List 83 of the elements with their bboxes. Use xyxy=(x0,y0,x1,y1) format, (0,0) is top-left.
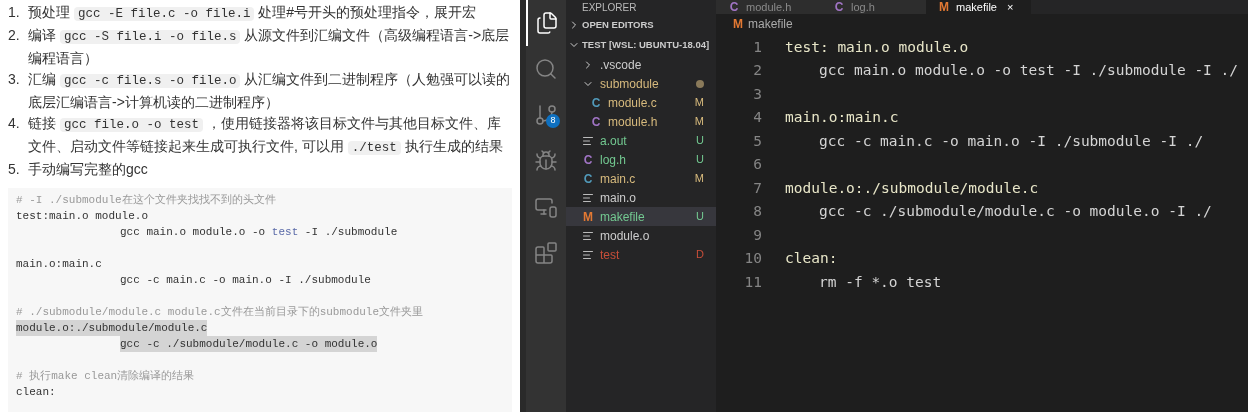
line-number: 8 xyxy=(752,202,762,222)
step-text: 汇编 gcc -c file.s -o file.o 从汇编文件到二进制程序（人勉强可以读的底层汇编语言->计算机读的二进制程序） xyxy=(28,70,512,112)
code-line: main.o:main.c xyxy=(16,257,102,272)
code-line: gcc -c main.c -o main.o -I ./submodule xyxy=(120,273,371,288)
file-tree-item[interactable]: M makefile U xyxy=(566,207,716,226)
code-line: rm -f *.o test xyxy=(819,272,942,292)
step-number: 5. xyxy=(8,160,21,179)
remote-icon xyxy=(534,195,558,219)
editor-tab[interactable]: C module.h xyxy=(716,0,821,14)
file-tree-item[interactable]: C module.h M xyxy=(566,112,716,131)
git-status: M xyxy=(694,114,704,130)
step-text: 编译 gcc -S file.i -o file.s 从源文件到汇编文件（高级编程语言->底层编程语言） xyxy=(28,26,511,68)
file-icon xyxy=(582,229,594,242)
step-text: 手动编写完整的gcc xyxy=(28,160,148,179)
git-status: U xyxy=(696,133,704,149)
makefile-icon: M xyxy=(732,15,744,33)
step-number: 2. xyxy=(8,26,21,45)
line-number: 9 xyxy=(752,225,762,245)
code-line: gcc main.o module.o -o test -I ./submodule xyxy=(120,225,398,240)
file-icon xyxy=(582,248,594,261)
makefile-icon: M xyxy=(938,0,950,14)
code-line: gcc main.o module.o -o test -I ./submodule -I ./ xyxy=(819,61,1239,81)
source-control-icon xyxy=(534,103,558,127)
git-status: M xyxy=(694,95,704,111)
code-line: clean: xyxy=(16,385,56,400)
source-control-button[interactable]: 8 xyxy=(526,92,566,138)
header-file-icon: C xyxy=(582,150,594,169)
file-tree-item[interactable]: .vscode xyxy=(566,55,716,74)
file-icon xyxy=(582,191,594,204)
section-header[interactable]: OPEN EDITORS xyxy=(566,15,716,35)
header-file-icon: C xyxy=(833,0,845,14)
makefile-icon: M xyxy=(582,207,594,226)
git-status: D xyxy=(696,247,704,263)
line-number: 11 xyxy=(743,272,762,292)
step-number: 3. xyxy=(8,70,21,89)
file-tree-item[interactable]: submodule xyxy=(566,74,716,93)
code-line: main.o:main.c xyxy=(785,108,899,128)
file-tree-item[interactable]: C module.c M xyxy=(566,93,716,112)
code-line: test: main.o module.o xyxy=(785,37,969,57)
code-comment: # ./submodule/module.c module.c文件在当前目录下的submodule文件夹里 xyxy=(16,305,424,320)
line-number: 2 xyxy=(752,61,762,81)
c-file-icon: C xyxy=(582,169,594,188)
line-number: 10 xyxy=(743,249,762,269)
header-file-icon: C xyxy=(590,112,602,131)
code-line: gcc -c ./submodule/module.c -o module.o -I ./ xyxy=(819,202,1212,222)
code-comment: # 执行make clean清除编译的结果 xyxy=(16,369,195,384)
breadcrumb[interactable]: makefile xyxy=(748,15,793,33)
code-line: clean: xyxy=(785,249,838,269)
line-number: 7 xyxy=(752,178,762,198)
code-comment: # -I ./submodule在这个文件夹找找不到的头文件 xyxy=(16,193,276,208)
step-text: 链接 gcc file.o -o test ，使用链接器将该目标文件与其他目标文件、库文件、启动文件等链接起来生成可执行文件, 可以用 ./test 执行生成的结果 xyxy=(28,114,504,157)
code-line: test:main.o module.o xyxy=(16,209,149,224)
file-tree-item[interactable]: a.out U xyxy=(566,131,716,150)
step-number: 1. xyxy=(8,3,21,22)
editor-tab[interactable]: C log.h xyxy=(821,0,926,14)
line-number: 6 xyxy=(752,155,762,175)
editor-tab[interactable]: M makefile × xyxy=(926,0,1031,14)
git-status: U xyxy=(696,209,704,225)
explorer-icon xyxy=(535,11,559,35)
step-text: 预处理 gcc -E file.c -o file.i 处理#号开头的预处理指令，展开宏 xyxy=(28,3,477,23)
notification-badge: 8 xyxy=(546,114,560,128)
line-number: 3 xyxy=(752,84,762,104)
search-icon xyxy=(534,57,558,81)
git-status: U xyxy=(696,152,704,168)
file-tree-item[interactable]: C main.c M xyxy=(566,169,716,188)
git-status: M xyxy=(694,171,704,187)
header-file-icon: C xyxy=(728,0,740,14)
line-number: 1 xyxy=(752,37,762,57)
code-line: gcc -c main.c -o main.o -I ./submodule -I ./ xyxy=(819,131,1204,151)
section-header[interactable]: TEST [WSL: UBUNTU-18.04] xyxy=(566,35,716,55)
step-number: 4. xyxy=(8,114,21,133)
file-tree-item[interactable]: main.o xyxy=(566,188,716,207)
file-tree-item[interactable]: C log.h U xyxy=(566,150,716,169)
code-line: module.o:./submodule/module.c xyxy=(785,178,1039,198)
c-file-icon: C xyxy=(590,93,602,112)
close-icon[interactable]: × xyxy=(1006,0,1014,14)
file-icon xyxy=(582,134,594,147)
file-tree-item[interactable]: module.o xyxy=(566,226,716,245)
line-number: 4 xyxy=(752,108,762,128)
sidebar-title: EXPLORER xyxy=(581,1,638,15)
extensions-icon xyxy=(534,241,558,265)
line-number: 5 xyxy=(752,131,762,151)
run-icon xyxy=(534,149,558,173)
